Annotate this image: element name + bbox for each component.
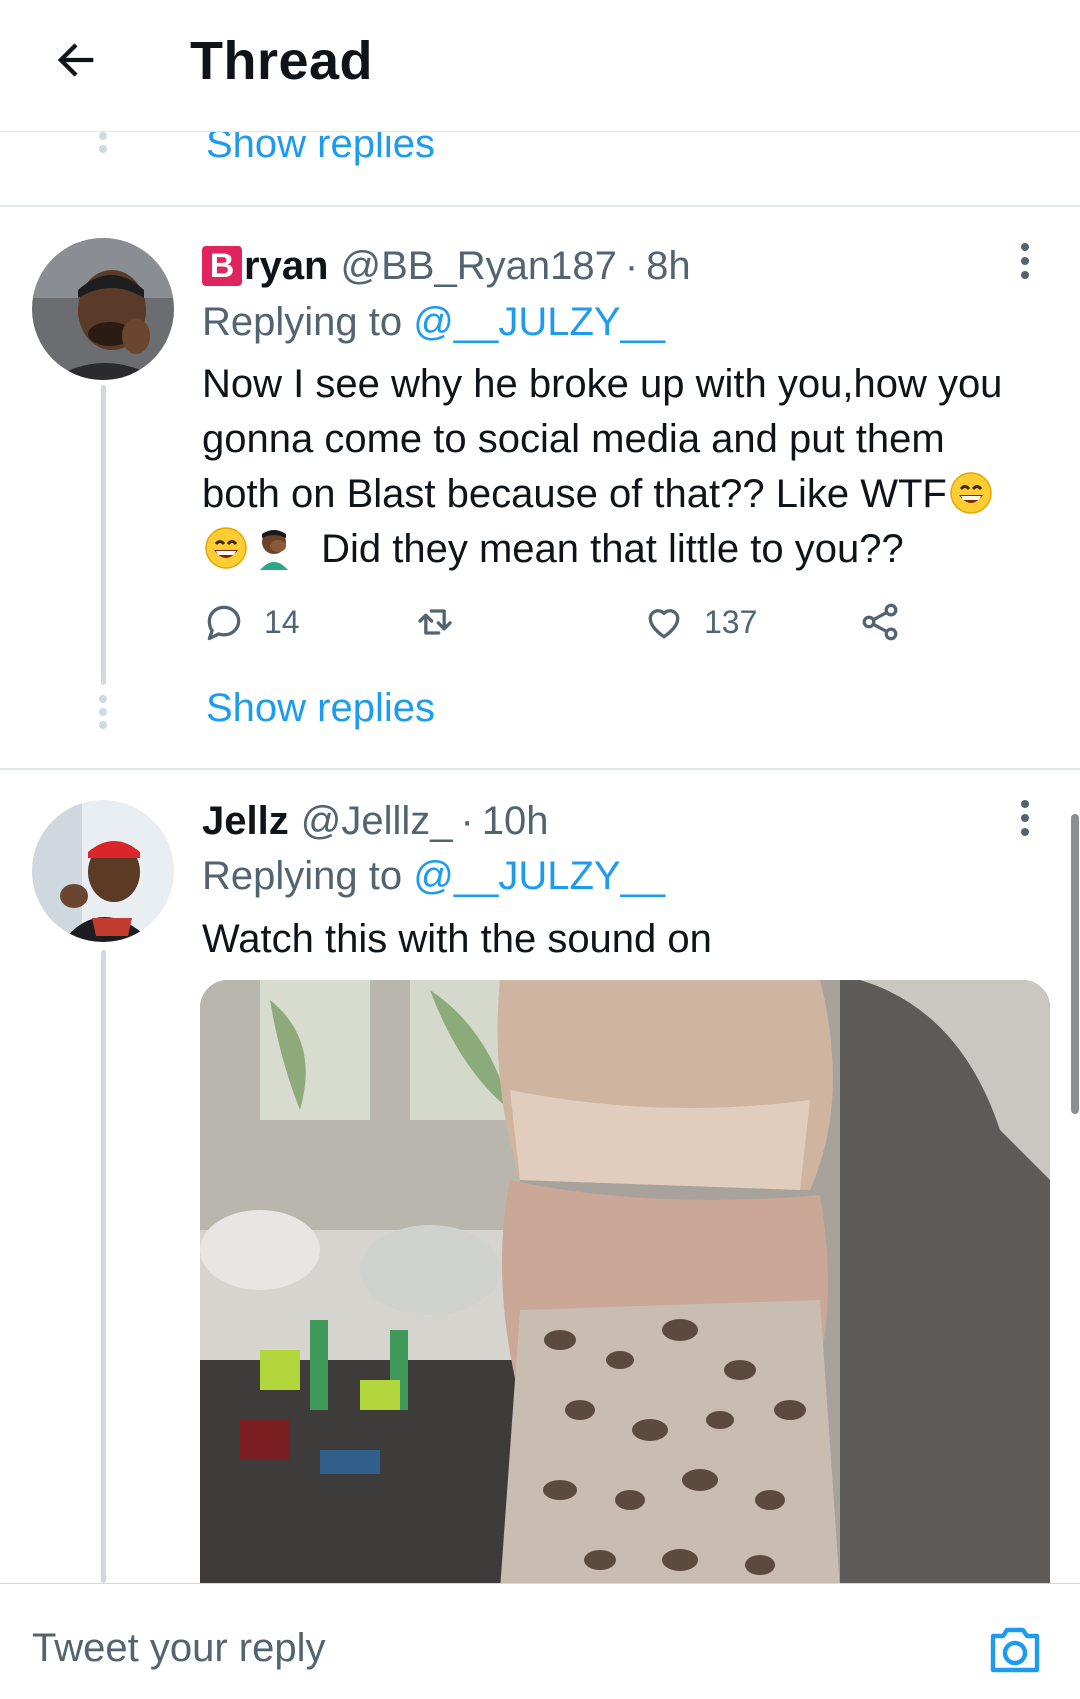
replying-prefix: Replying to [202, 854, 403, 898]
share-icon [862, 603, 898, 641]
user-handle[interactable]: @BB_Ryan187 [341, 244, 617, 289]
display-name[interactable]: Jellz [202, 799, 289, 844]
grinning-face-emoji-icon [205, 527, 247, 569]
avatar[interactable] [32, 238, 174, 380]
replying-to: Replying to @__JULZY__ [202, 854, 665, 899]
tweet-header: Jellz @Jelllz_ · 10h [202, 795, 549, 847]
retweet-icon [418, 609, 452, 635]
more-options-icon[interactable] [1015, 243, 1035, 279]
tweet-text: Watch this with the sound on [202, 917, 712, 961]
share-action[interactable] [858, 600, 902, 644]
replying-prefix: Replying to [202, 300, 403, 344]
thread-line [101, 950, 106, 1583]
mention-link[interactable]: @__JULZY__ [413, 300, 665, 344]
mention-link[interactable]: @__JULZY__ [413, 854, 665, 898]
like-action[interactable]: 137 [642, 600, 757, 644]
tweet-text-line: gonna come to social media and put them [202, 417, 945, 461]
divider [0, 205, 1080, 207]
separator: · [624, 243, 639, 288]
tweet-text-segment: both on Blast because of that?? Like WTF [202, 472, 947, 516]
thread-dots-icon [98, 695, 108, 729]
reply-input[interactable]: Tweet your reply [32, 1626, 325, 1671]
replying-to: Replying to @__JULZY__ [202, 300, 665, 345]
avatar[interactable] [32, 800, 174, 942]
thread-line [101, 385, 106, 685]
tweet-header: B ryan @BB_Ryan187 · 8h [202, 240, 691, 292]
display-name[interactable]: ryan [244, 244, 329, 289]
tweet-text-line: both on Blast because of that?? Like WTF [202, 467, 1052, 522]
more-options-icon[interactable] [1015, 800, 1035, 836]
scrollbar[interactable] [1071, 814, 1079, 1114]
timestamp: 10h [481, 798, 549, 843]
tweet-actions: 14 137 [202, 600, 922, 660]
show-replies-link[interactable]: Show replies [206, 686, 435, 731]
grinning-face-emoji-icon [950, 472, 992, 514]
timestamp: 8h [646, 243, 691, 288]
thread-dots-icon [98, 132, 108, 153]
video-thumbnail[interactable] [200, 980, 1050, 1590]
tweet-text-segment: Did they mean that little to you?? [321, 527, 904, 571]
heart-icon [648, 609, 680, 639]
camera-icon[interactable] [985, 1622, 1045, 1678]
retweet-action[interactable] [412, 600, 458, 644]
user-handle[interactable]: @Jelllz_ [301, 799, 453, 844]
tweet-text-line: Did they mean that little to you?? [202, 522, 1052, 577]
top-bar: Thread [0, 0, 1080, 132]
divider [0, 768, 1080, 770]
b-emoji-icon: B [202, 246, 242, 286]
reply-action[interactable]: 14 [202, 600, 300, 644]
like-count: 137 [704, 603, 758, 640]
tweet-text: Now I see why he broke up with you,how y… [202, 357, 1052, 577]
reply-icon [207, 605, 241, 641]
tweet-text-line: Now I see why he broke up with you,how y… [202, 362, 1003, 406]
reply-count: 14 [264, 603, 300, 640]
separator: · [460, 798, 474, 843]
facepalm-emoji-icon [260, 530, 288, 570]
page-title: Thread [190, 31, 374, 91]
back-arrow-icon[interactable] [44, 28, 108, 92]
